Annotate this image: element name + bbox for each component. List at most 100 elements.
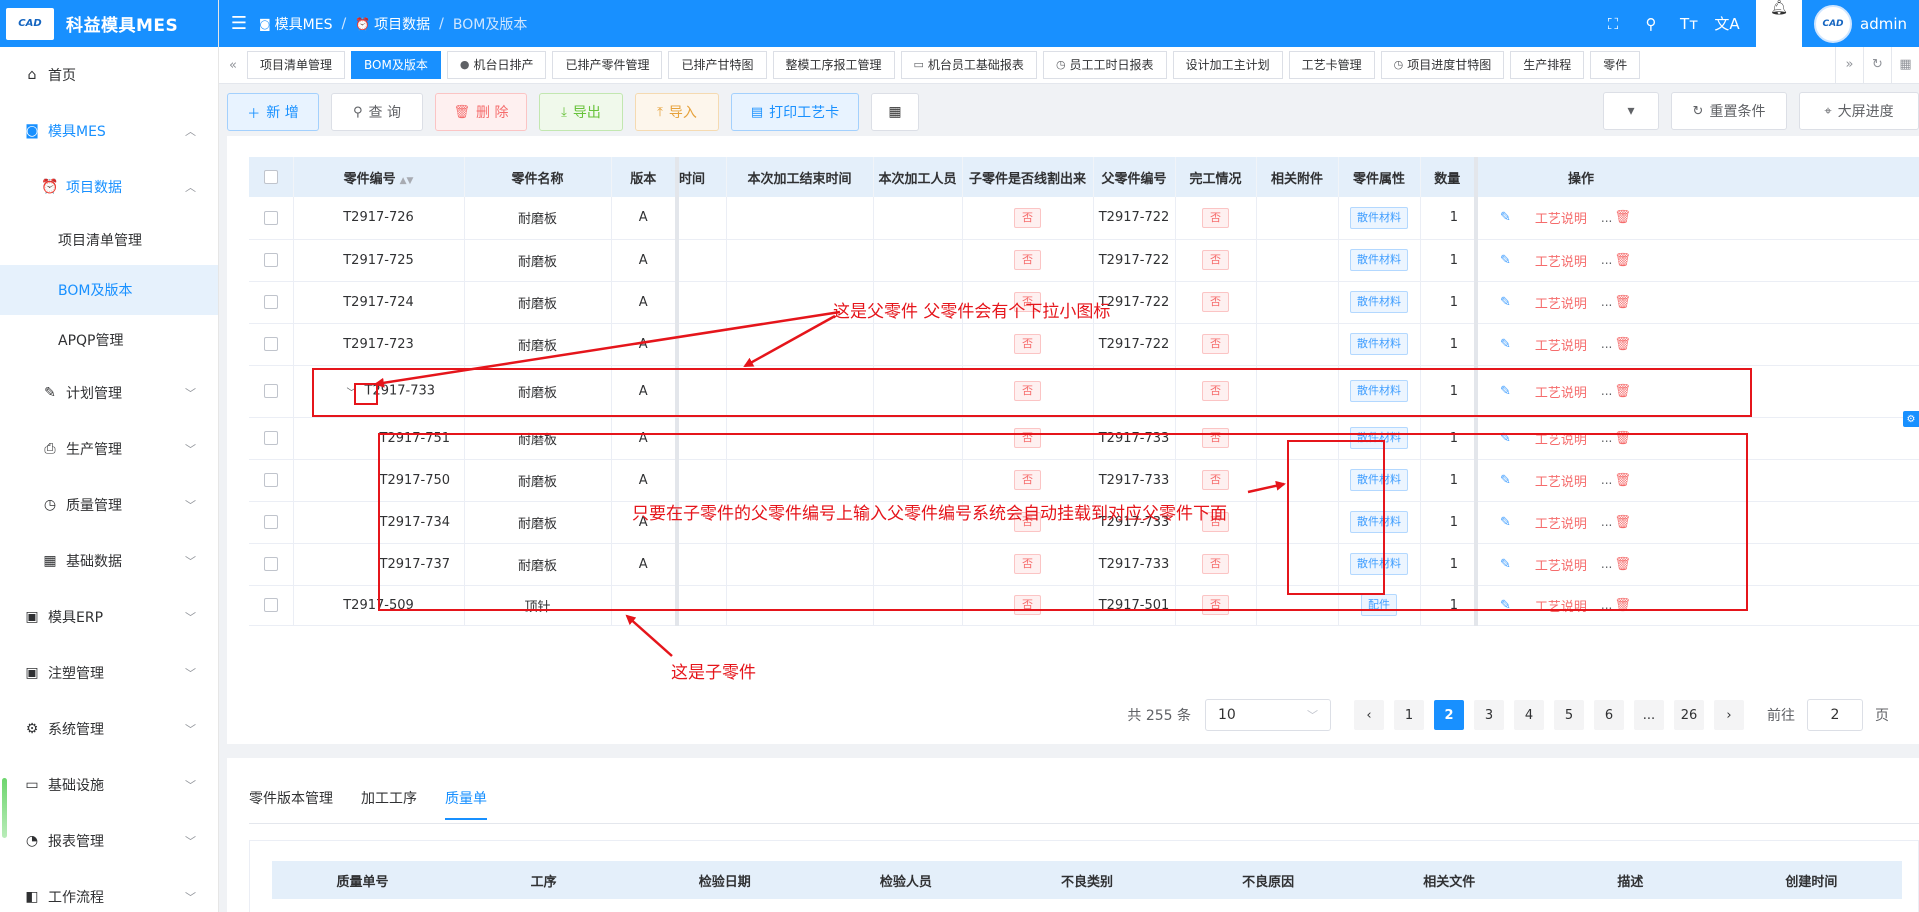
tab-parts[interactable]: 零件: [1590, 51, 1641, 79]
process-note-link[interactable]: 工艺说明: [1535, 251, 1587, 270]
sidebar-item-system[interactable]: ⚙ 系统管理 ﹀: [0, 701, 218, 757]
sidebar-item-quality[interactable]: ◷ 质量管理 ﹀: [0, 477, 218, 533]
row-checkbox[interactable]: [249, 365, 294, 418]
sidebar-item-reports[interactable]: ◔ 报表管理 ﹀: [0, 813, 218, 869]
sidebar-item-injection[interactable]: ▣ 注塑管理 ﹀: [0, 645, 218, 701]
tab-quality-sheet[interactable]: 质量单: [445, 788, 487, 820]
process-note-link[interactable]: 工艺说明: [1535, 208, 1587, 227]
page-button[interactable]: 5: [1554, 700, 1584, 730]
sidebar-item-home[interactable]: ⌂ 首页: [0, 47, 218, 103]
more-icon[interactable]: ...: [1601, 211, 1612, 225]
more-icon[interactable]: ...: [1601, 253, 1612, 267]
tab-part-version[interactable]: 零件版本管理: [249, 788, 333, 820]
row-checkbox[interactable]: [249, 239, 294, 282]
tab-master-plan[interactable]: 设计加工主计划: [1172, 51, 1283, 79]
breadcrumb-item[interactable]: ◙ 模具MES: [259, 14, 332, 34]
export-button[interactable]: ⤓ 导出: [539, 93, 623, 131]
tab-project-list[interactable]: 项目清单管理: [247, 51, 346, 79]
row-checkbox[interactable]: [249, 501, 294, 544]
sidebar-item-project-data[interactable]: ⏰ 项目数据 ︿: [0, 159, 218, 215]
edit-icon[interactable]: ✎: [1500, 210, 1511, 225]
next-page-button[interactable]: ›: [1714, 700, 1744, 730]
page-size-select[interactable]: 10 ﹀: [1205, 699, 1331, 731]
column-header-partno[interactable]: 零件编号 ▲▼: [293, 157, 465, 197]
page-button[interactable]: 3: [1474, 700, 1504, 730]
edit-icon[interactable]: ✎: [1500, 253, 1511, 268]
tab-process-report[interactable]: 整模工序报工管理: [772, 51, 895, 79]
trash-icon[interactable]: 🗑︎: [1614, 253, 1631, 268]
page-button[interactable]: 4: [1514, 700, 1544, 730]
sidebar-item-mold-erp[interactable]: ▣ 模具ERP ﹀: [0, 589, 218, 645]
tab-production-schedule[interactable]: 生产排程: [1510, 51, 1585, 79]
goto-page-input[interactable]: 2: [1807, 699, 1863, 731]
tab-progress-gantt[interactable]: ◷ 项目进度甘特图: [1380, 51, 1505, 79]
font-size-icon[interactable]: Tт: [1670, 15, 1708, 33]
process-note-link[interactable]: 工艺说明: [1535, 335, 1587, 354]
query-button[interactable]: ⚲ 查 询: [331, 93, 423, 131]
add-button[interactable]: ＋新 增: [227, 93, 319, 131]
column-settings-button[interactable]: ▦: [871, 93, 919, 131]
page-button[interactable]: 2: [1434, 700, 1464, 730]
sidebar-item-plan[interactable]: ✎ 计划管理 ﹀: [0, 365, 218, 421]
tabs-scroll-right-icon[interactable]: »: [1835, 47, 1863, 83]
translate-icon[interactable]: 文A: [1708, 13, 1746, 34]
tab-scheduled-gantt[interactable]: 已排产甘特图: [668, 51, 767, 79]
trash-icon[interactable]: 🗑︎: [1614, 337, 1631, 352]
edit-icon[interactable]: ✎: [1500, 295, 1511, 310]
page-button[interactable]: 1: [1394, 700, 1424, 730]
tab-process-card[interactable]: 工艺卡管理: [1288, 51, 1375, 79]
tab-scheduled-parts[interactable]: 已排产零件管理: [552, 51, 663, 79]
tab-machine-schedule[interactable]: ● 机台日排产: [446, 51, 547, 79]
settings-gear-icon[interactable]: ⚙: [1903, 411, 1919, 427]
row-checkbox[interactable]: [249, 197, 294, 240]
row-checkbox[interactable]: [249, 323, 294, 366]
edit-icon[interactable]: ✎: [1500, 337, 1511, 352]
row-checkbox[interactable]: [249, 585, 294, 626]
user-menu[interactable]: CAD admin: [1814, 4, 1907, 43]
row-checkbox[interactable]: [249, 459, 294, 502]
sidebar-item-project-list[interactable]: 项目清单管理: [0, 215, 218, 265]
more-icon[interactable]: ...: [1601, 295, 1612, 309]
import-button[interactable]: ⤒ 导入: [635, 93, 719, 131]
sort-icon[interactable]: ▲▼: [400, 176, 414, 186]
tabs-menu-icon[interactable]: ▦: [1891, 47, 1919, 83]
row-checkbox[interactable]: [249, 543, 294, 586]
tab-machine-staff-report[interactable]: ▭ 机台员工基础报表: [900, 51, 1037, 79]
prev-page-button[interactable]: ‹: [1354, 700, 1384, 730]
more-dropdown-button[interactable]: ▾: [1603, 92, 1659, 130]
reset-button[interactable]: ↻ 重置条件: [1671, 92, 1787, 130]
row-checkbox[interactable]: [249, 281, 294, 324]
process-note-link[interactable]: 工艺说明: [1535, 293, 1587, 312]
more-icon[interactable]: ...: [1601, 337, 1612, 351]
delete-button[interactable]: 🗑︎ 删 除: [435, 93, 527, 131]
table-row[interactable]: T2917-726 耐磨板 A 否 T2917-722 否 散件材料 1 ✎ 工艺说明... 🗑︎: [249, 197, 1919, 240]
select-all-checkbox[interactable]: [249, 157, 294, 197]
page-button[interactable]: 26: [1674, 700, 1704, 730]
refresh-icon[interactable]: ↻: [1863, 47, 1891, 83]
sidebar-item-bom[interactable]: BOM及版本: [0, 265, 218, 315]
sidebar-item-production[interactable]: ⎙ 生产管理 ﹀: [0, 421, 218, 477]
table-row[interactable]: T2917-723 耐磨板 A 否 T2917-722 否 散件材料 1 ✎ 工艺说明... 🗑︎: [249, 323, 1919, 366]
trash-icon[interactable]: 🗑︎: [1614, 295, 1631, 310]
notification-bell-icon[interactable]: 🔔︎: [1756, 0, 1802, 47]
sidebar-item-apqp[interactable]: APQP管理: [0, 315, 218, 365]
sidebar-scrollbar[interactable]: [2, 778, 7, 838]
print-process-card-button[interactable]: ▤ 打印工艺卡: [731, 93, 859, 131]
trash-icon[interactable]: 🗑︎: [1614, 210, 1631, 225]
tab-process-steps[interactable]: 加工工序: [361, 788, 417, 820]
page-button[interactable]: 6: [1594, 700, 1624, 730]
sidebar-item-basic-data[interactable]: ▦ 基础数据 ﹀: [0, 533, 218, 589]
big-screen-button[interactable]: ⌖ 大屏进度: [1799, 92, 1919, 130]
sidebar-item-mold-mes[interactable]: ◙ 模具MES ︿: [0, 103, 218, 159]
row-checkbox[interactable]: [249, 417, 294, 460]
table-row[interactable]: T2917-725 耐磨板 A 否 T2917-722 否 散件材料 1 ✎ 工艺说明... 🗑︎: [249, 239, 1919, 282]
menu-toggle-icon[interactable]: ☰: [219, 13, 259, 34]
tab-bom[interactable]: BOM及版本: [351, 51, 441, 79]
more-pages-button[interactable]: ...: [1634, 700, 1664, 730]
fullscreen-icon[interactable]: ⛶: [1594, 15, 1632, 33]
breadcrumb-item[interactable]: ⏰ 项目数据: [355, 14, 430, 34]
sidebar-item-workflow[interactable]: ◧ 工作流程 ﹀: [0, 869, 218, 912]
tabs-scroll-left-icon[interactable]: «: [219, 58, 247, 73]
tab-staff-hours[interactable]: ◷ 员工工时日报表: [1042, 51, 1167, 79]
sidebar-item-infrastructure[interactable]: ▭ 基础设施 ﹀: [0, 757, 218, 813]
